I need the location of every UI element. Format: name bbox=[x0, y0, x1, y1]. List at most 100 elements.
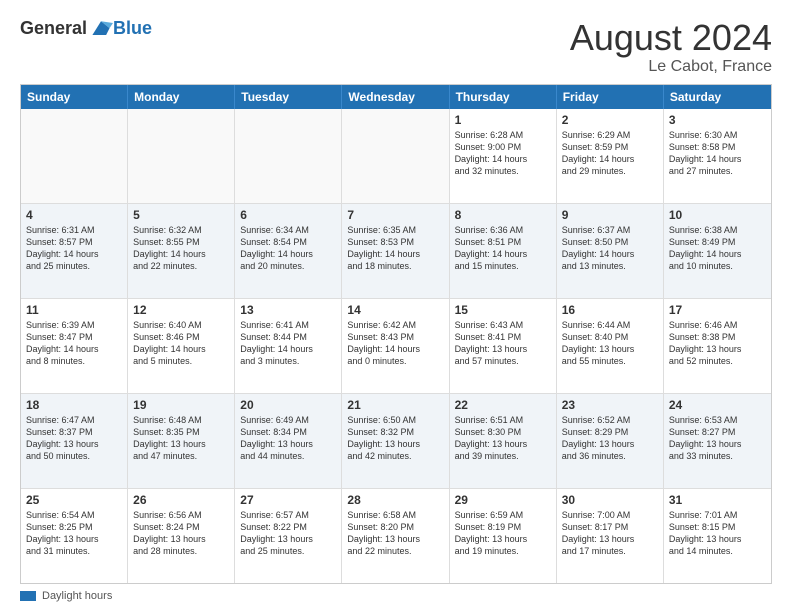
header-day-wednesday: Wednesday bbox=[342, 85, 449, 109]
calendar-cell: 30Sunrise: 7:00 AM Sunset: 8:17 PM Dayli… bbox=[557, 489, 664, 583]
cell-info: Sunrise: 6:40 AM Sunset: 8:46 PM Dayligh… bbox=[133, 319, 229, 368]
day-number: 2 bbox=[562, 113, 658, 127]
page: General Blue August 2024 Le Cabot, Franc… bbox=[0, 0, 792, 612]
day-number: 8 bbox=[455, 208, 551, 222]
calendar-body: 1 Sunrise: 6:28 AM Sunset: 9:00 PM Daylig… bbox=[21, 109, 771, 583]
day-number: 10 bbox=[669, 208, 766, 222]
calendar-cell: 7 Sunrise: 6:35 AM Sunset: 8:53 PM Daylig… bbox=[342, 204, 449, 298]
cell-info: Sunrise: 6:38 AM Sunset: 8:49 PM Dayligh… bbox=[669, 224, 766, 273]
day-number: 28 bbox=[347, 493, 443, 507]
calendar-cell: 20Sunrise: 6:49 AM Sunset: 8:34 PM Dayli… bbox=[235, 394, 342, 488]
calendar-cell: 3 Sunrise: 6:30 AM Sunset: 8:58 PM Daylig… bbox=[664, 109, 771, 203]
cell-info: Sunrise: 6:29 AM Sunset: 8:59 PM Dayligh… bbox=[562, 129, 658, 178]
daylight-label: Daylight hours bbox=[42, 590, 112, 602]
calendar-cell bbox=[21, 109, 128, 203]
title-block: August 2024 Le Cabot, France bbox=[570, 18, 772, 76]
day-number: 4 bbox=[26, 208, 122, 222]
cell-info: Sunrise: 6:39 AM Sunset: 8:47 PM Dayligh… bbox=[26, 319, 122, 368]
calendar-cell: 19 Sunrise: 6:48 AM Sunset: 8:35 PM Dayli… bbox=[128, 394, 235, 488]
calendar-cell: 9 Sunrise: 6:37 AM Sunset: 8:50 PM Daylig… bbox=[557, 204, 664, 298]
logo-general: General bbox=[20, 18, 87, 39]
header-day-sunday: Sunday bbox=[21, 85, 128, 109]
day-number: 24 bbox=[669, 398, 766, 412]
daylight-swatch bbox=[20, 591, 36, 601]
calendar: SundayMondayTuesdayWednesdayThursdayFrid… bbox=[20, 84, 772, 584]
calendar-cell: 11Sunrise: 6:39 AM Sunset: 8:47 PM Dayli… bbox=[21, 299, 128, 393]
day-number: 25 bbox=[26, 493, 122, 507]
day-number: 6 bbox=[240, 208, 336, 222]
cell-info: Sunrise: 6:41 AM Sunset: 8:44 PM Dayligh… bbox=[240, 319, 336, 368]
calendar-cell: 22 Sunrise: 6:51 AM Sunset: 8:30 PM Dayli… bbox=[450, 394, 557, 488]
logo-blue: Blue bbox=[113, 18, 152, 39]
cell-info: Sunrise: 6:54 AM Sunset: 8:25 PM Dayligh… bbox=[26, 509, 122, 558]
cell-info: Sunrise: 6:56 AM Sunset: 8:24 PM Dayligh… bbox=[133, 509, 229, 558]
day-number: 3 bbox=[669, 113, 766, 127]
calendar-week-5: 25 Sunrise: 6:54 AM Sunset: 8:25 PM Dayli… bbox=[21, 489, 771, 583]
calendar-cell bbox=[128, 109, 235, 203]
day-number: 9 bbox=[562, 208, 658, 222]
calendar-cell: 29Sunrise: 6:59 AM Sunset: 8:19 PM Dayli… bbox=[450, 489, 557, 583]
logo-icon bbox=[89, 19, 113, 39]
calendar-cell: 13 Sunrise: 6:41 AM Sunset: 8:44 PM Dayli… bbox=[235, 299, 342, 393]
footer: Daylight hours bbox=[20, 590, 772, 602]
day-number: 19 bbox=[133, 398, 229, 412]
day-number: 18 bbox=[26, 398, 122, 412]
day-number: 17 bbox=[669, 303, 766, 317]
calendar-cell bbox=[342, 109, 449, 203]
calendar-cell: 12 Sunrise: 6:40 AM Sunset: 8:46 PM Dayli… bbox=[128, 299, 235, 393]
main-title: August 2024 bbox=[570, 18, 772, 58]
calendar-cell: 14 Sunrise: 6:42 AM Sunset: 8:43 PM Dayli… bbox=[342, 299, 449, 393]
day-number: 16 bbox=[562, 303, 658, 317]
calendar-week-4: 18Sunrise: 6:47 AM Sunset: 8:37 PM Dayli… bbox=[21, 394, 771, 489]
calendar-week-2: 4Sunrise: 6:31 AM Sunset: 8:57 PM Daylig… bbox=[21, 204, 771, 299]
calendar-cell: 21Sunrise: 6:50 AM Sunset: 8:32 PM Dayli… bbox=[342, 394, 449, 488]
day-number: 12 bbox=[133, 303, 229, 317]
cell-info: Sunrise: 6:35 AM Sunset: 8:53 PM Dayligh… bbox=[347, 224, 443, 273]
calendar-cell: 18Sunrise: 6:47 AM Sunset: 8:37 PM Dayli… bbox=[21, 394, 128, 488]
cell-info: Sunrise: 6:30 AM Sunset: 8:58 PM Dayligh… bbox=[669, 129, 766, 178]
day-number: 22 bbox=[455, 398, 551, 412]
subtitle: Le Cabot, France bbox=[570, 58, 772, 76]
day-number: 1 bbox=[455, 113, 551, 127]
cell-info: Sunrise: 6:32 AM Sunset: 8:55 PM Dayligh… bbox=[133, 224, 229, 273]
cell-info: Sunrise: 6:34 AM Sunset: 8:54 PM Dayligh… bbox=[240, 224, 336, 273]
cell-info: Sunrise: 6:51 AM Sunset: 8:30 PM Dayligh… bbox=[455, 414, 551, 463]
calendar-cell: 17Sunrise: 6:46 AM Sunset: 8:38 PM Dayli… bbox=[664, 299, 771, 393]
day-number: 7 bbox=[347, 208, 443, 222]
day-number: 23 bbox=[562, 398, 658, 412]
cell-info: Sunrise: 6:28 AM Sunset: 9:00 PM Dayligh… bbox=[455, 129, 551, 178]
cell-info: Sunrise: 7:01 AM Sunset: 8:15 PM Dayligh… bbox=[669, 509, 766, 558]
calendar-week-3: 11Sunrise: 6:39 AM Sunset: 8:47 PM Dayli… bbox=[21, 299, 771, 394]
calendar-cell: 28Sunrise: 6:58 AM Sunset: 8:20 PM Dayli… bbox=[342, 489, 449, 583]
header-day-thursday: Thursday bbox=[450, 85, 557, 109]
calendar-cell: 27Sunrise: 6:57 AM Sunset: 8:22 PM Dayli… bbox=[235, 489, 342, 583]
calendar-cell: 2 Sunrise: 6:29 AM Sunset: 8:59 PM Daylig… bbox=[557, 109, 664, 203]
calendar-cell: 1 Sunrise: 6:28 AM Sunset: 9:00 PM Daylig… bbox=[450, 109, 557, 203]
header-row: General Blue August 2024 Le Cabot, Franc… bbox=[20, 18, 772, 76]
cell-info: Sunrise: 6:53 AM Sunset: 8:27 PM Dayligh… bbox=[669, 414, 766, 463]
day-number: 14 bbox=[347, 303, 443, 317]
calendar-cell: 24 Sunrise: 6:53 AM Sunset: 8:27 PM Dayli… bbox=[664, 394, 771, 488]
day-number: 26 bbox=[133, 493, 229, 507]
calendar-header: SundayMondayTuesdayWednesdayThursdayFrid… bbox=[21, 85, 771, 109]
calendar-cell: 10 Sunrise: 6:38 AM Sunset: 8:49 PM Dayli… bbox=[664, 204, 771, 298]
calendar-cell: 6 Sunrise: 6:34 AM Sunset: 8:54 PM Daylig… bbox=[235, 204, 342, 298]
day-number: 27 bbox=[240, 493, 336, 507]
calendar-cell: 23Sunrise: 6:52 AM Sunset: 8:29 PM Dayli… bbox=[557, 394, 664, 488]
calendar-cell: 31Sunrise: 7:01 AM Sunset: 8:15 PM Dayli… bbox=[664, 489, 771, 583]
cell-info: Sunrise: 6:44 AM Sunset: 8:40 PM Dayligh… bbox=[562, 319, 658, 368]
calendar-cell: 8Sunrise: 6:36 AM Sunset: 8:51 PM Daylig… bbox=[450, 204, 557, 298]
day-number: 15 bbox=[455, 303, 551, 317]
calendar-cell: 15 Sunrise: 6:43 AM Sunset: 8:41 PM Dayli… bbox=[450, 299, 557, 393]
day-number: 13 bbox=[240, 303, 336, 317]
cell-info: Sunrise: 6:43 AM Sunset: 8:41 PM Dayligh… bbox=[455, 319, 551, 368]
day-number: 29 bbox=[455, 493, 551, 507]
cell-info: Sunrise: 6:48 AM Sunset: 8:35 PM Dayligh… bbox=[133, 414, 229, 463]
calendar-cell: 4Sunrise: 6:31 AM Sunset: 8:57 PM Daylig… bbox=[21, 204, 128, 298]
header-day-monday: Monday bbox=[128, 85, 235, 109]
cell-info: Sunrise: 6:49 AM Sunset: 8:34 PM Dayligh… bbox=[240, 414, 336, 463]
day-number: 21 bbox=[347, 398, 443, 412]
calendar-cell: 26 Sunrise: 6:56 AM Sunset: 8:24 PM Dayli… bbox=[128, 489, 235, 583]
cell-info: Sunrise: 6:37 AM Sunset: 8:50 PM Dayligh… bbox=[562, 224, 658, 273]
cell-info: Sunrise: 6:42 AM Sunset: 8:43 PM Dayligh… bbox=[347, 319, 443, 368]
